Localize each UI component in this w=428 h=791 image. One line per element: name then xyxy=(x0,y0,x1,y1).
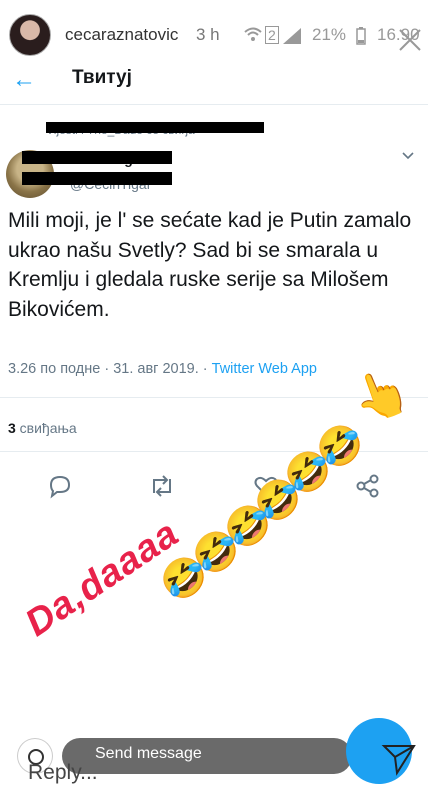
back-arrow-icon[interactable]: ← xyxy=(12,66,36,94)
story-time: 3 h xyxy=(196,25,220,44)
share-icon[interactable] xyxy=(355,473,381,499)
paper-plane-icon[interactable] xyxy=(381,740,417,776)
redaction-bar xyxy=(22,151,172,164)
tweet-header-bar: ← Твитуј xyxy=(0,60,428,105)
likes-count[interactable]: 3 свиђања xyxy=(8,420,77,436)
send-message-placeholder: Send message xyxy=(95,745,202,762)
likes-number: 3 xyxy=(8,420,16,436)
divider xyxy=(0,451,428,452)
tweet-source-link[interactable]: Twitter Web App xyxy=(212,361,317,377)
tweet-timestamp: 3.26 по подне · 31. авг 2019. · xyxy=(8,361,212,377)
page-title: Твитуј xyxy=(72,67,132,88)
handwritten-sticker-text: Da,daaaa xyxy=(18,512,187,645)
likes-label: свиђања xyxy=(15,420,77,436)
wifi-icon xyxy=(244,27,262,41)
chevron-down-icon[interactable] xyxy=(402,152,414,160)
retweet-icon[interactable] xyxy=(149,473,175,499)
pointing-up-emoji: 👆 xyxy=(344,360,417,430)
tweet-text: Mili moji, je l' se sećate kad je Putin … xyxy=(8,209,412,321)
sim-indicator: 2 xyxy=(265,26,279,44)
reply-input[interactable]: Reply... xyxy=(28,761,98,785)
close-icon[interactable] xyxy=(398,28,422,52)
battery-percent: 21% xyxy=(312,25,347,44)
tweet-metadata: 3.26 по подне · 31. авг 2019. · Twitter … xyxy=(8,361,317,377)
story-username[interactable]: cecaraznatovic xyxy=(65,25,178,45)
story-avatar[interactable] xyxy=(9,14,51,56)
signal-icon xyxy=(283,28,301,44)
redaction-bar xyxy=(22,172,172,185)
battery-icon xyxy=(356,27,366,45)
reply-icon[interactable] xyxy=(47,473,73,499)
redaction-bar xyxy=(46,122,264,133)
